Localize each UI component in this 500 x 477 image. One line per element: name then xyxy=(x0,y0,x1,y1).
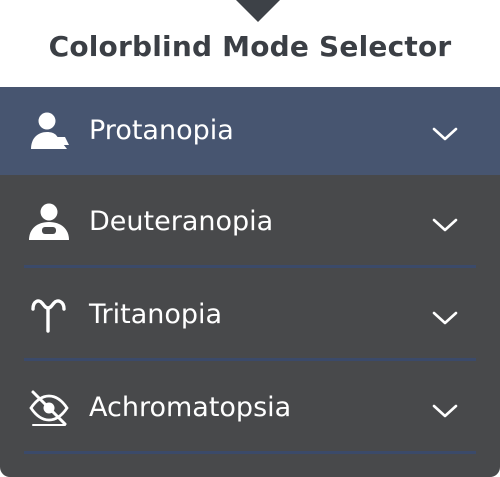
chevron-down-icon[interactable] xyxy=(430,308,460,328)
person-icon xyxy=(26,108,72,154)
mode-label: Achromatopsia xyxy=(89,391,292,423)
mode-option-tritanopia[interactable]: Tritanopia xyxy=(0,268,500,361)
chevron-down-icon[interactable] xyxy=(430,401,460,421)
chevron-down-icon[interactable] xyxy=(430,124,460,144)
divider xyxy=(24,451,476,454)
mode-option-deuteranopia[interactable]: Deuteranopia xyxy=(0,175,500,268)
mode-label: Tritanopia xyxy=(89,298,223,330)
person-badge-icon xyxy=(26,199,72,245)
mode-label: Protanopia xyxy=(89,114,234,146)
dropdown-pointer xyxy=(236,0,280,22)
page-title: Colorblind Mode Selector xyxy=(48,30,452,63)
mode-label: Deuteranopia xyxy=(89,205,274,237)
mode-list: Protanopia Deuteranopia Tritanopia Achro… xyxy=(0,87,500,477)
mode-option-protanopia[interactable]: Protanopia xyxy=(0,87,500,175)
mode-option-achromatopsia[interactable]: Achromatopsia xyxy=(0,361,500,454)
colorblind-mode-selector: Colorblind Mode Selector Protanopia Deut… xyxy=(0,0,500,477)
horseshoe-icon xyxy=(26,292,72,338)
chevron-down-icon[interactable] xyxy=(430,215,460,235)
crossed-eye-icon xyxy=(26,385,72,431)
